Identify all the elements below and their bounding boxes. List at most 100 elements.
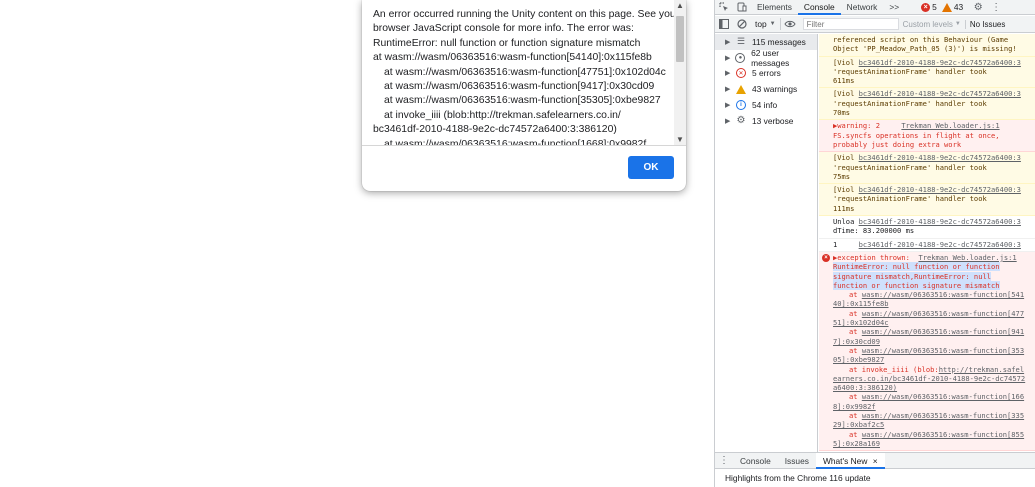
log-line: 'requestAnimationFrame' handler took <box>833 98 987 108</box>
scroll-up-icon[interactable]: ▲ <box>674 0 686 12</box>
expand-caret-icon[interactable]: ▶ <box>725 38 734 46</box>
tab-elements[interactable]: Elements <box>751 0 798 15</box>
expand-caret-icon[interactable]: ▶ <box>725 69 734 77</box>
devtools-tabbar: Elements Console Network >> × 5 43 ⚙ ⋮ <box>715 0 1035 15</box>
log-source-link[interactable]: Trekman Web.loader.js:1 <box>918 253 1016 262</box>
dialog-line: at wasm://wasm/06363516:wasm-function[35… <box>384 95 661 107</box>
chevron-down-icon: ▼ <box>769 21 776 27</box>
sidebar-item-warnings[interactable]: ▶ 43 warnings <box>715 81 817 97</box>
stack-link[interactable]: 7]:0x30cd09 <box>833 337 880 346</box>
log-entry: ▶warning: 2 Trekman Web.loader.js:1 FS.s… <box>819 120 1035 153</box>
log-line: referenced script on this Behaviour (Gam… <box>833 35 1009 44</box>
stack-link[interactable]: wasm://wasm/06363516:wasm-function[477 <box>862 309 1024 318</box>
gear-icon[interactable]: ⚙ <box>969 0 987 15</box>
drawer-tab-whats-new[interactable]: What's New × <box>815 452 885 469</box>
sidebar-item-info[interactable]: ▶ i 54 info <box>715 97 817 113</box>
console-log[interactable]: referenced script on this Behaviour (Gam… <box>819 34 1035 452</box>
stack-link[interactable]: earners.co.in/bc3461df-2010-4188-9e2c-dc… <box>833 374 1025 383</box>
sidebar-item-label: 43 warnings <box>752 84 798 95</box>
tab-network[interactable]: Network <box>841 0 884 15</box>
log-head: exception thrown: <box>837 252 910 262</box>
log-entry: [Viol bc3461df-2010-4188-9e2c-dc74572a64… <box>819 152 1035 185</box>
filter-input[interactable] <box>802 18 899 30</box>
stack-link[interactable]: 05]:0xbe9827 <box>833 355 884 364</box>
issue-counters[interactable]: × 5 43 <box>921 2 963 12</box>
drawer-tab-issues[interactable]: Issues <box>778 453 816 469</box>
log-line: dTime: 83.200000 ms <box>833 226 915 236</box>
expand-caret-icon[interactable]: ▶ <box>725 101 734 109</box>
log-prefix: [Viol <box>833 89 859 99</box>
close-icon[interactable]: × <box>873 456 878 466</box>
more-tabs-button[interactable]: >> <box>883 0 905 15</box>
stack-link[interactable]: wasm://wasm/06363516:wasm-function[166 <box>862 392 1024 401</box>
stack-prefix: at <box>849 345 862 355</box>
sidebar-toggle-icon[interactable] <box>715 16 733 33</box>
warning-count: 43 <box>953 2 964 12</box>
console-sidebar: ▶ ☰ 115 messages ▶ ● 62 user messages ▶ … <box>715 34 818 452</box>
stack-link[interactable]: wasm://wasm/06363516:wasm-function[541 <box>862 290 1024 299</box>
log-source-link[interactable]: bc3461df-2010-4188-9e2c-dc74572a6400:3 <box>859 58 1021 67</box>
stack-prefix: at <box>849 308 862 318</box>
stack-link[interactable]: wasm://wasm/06363516:wasm-function[941 <box>862 327 1024 336</box>
error-count: 5 <box>932 2 937 12</box>
stack-link[interactable]: a6400:3:386120) <box>833 383 897 392</box>
log-entry: referenced script on this Behaviour (Gam… <box>819 34 1035 57</box>
log-prefix: 1 <box>833 239 838 249</box>
scrollbar-thumb[interactable] <box>676 16 684 62</box>
log-line: 'requestAnimationFrame' handler took <box>833 66 987 76</box>
drawer-menu-icon[interactable]: ⋮ <box>715 452 733 469</box>
context-selector[interactable]: top ▼ <box>751 18 781 30</box>
clear-console-icon[interactable] <box>733 16 751 33</box>
stack-prefix: at invoke_iiii (blob: <box>849 364 939 374</box>
dialog-scrollbar[interactable]: ▲ ▼ <box>674 0 686 145</box>
web-page: An error occurred running the Unity cont… <box>0 0 714 487</box>
log-source-link[interactable]: bc3461df-2010-4188-9e2c-dc74572a6400:3 <box>859 217 1021 226</box>
inspect-element-icon[interactable] <box>715 0 733 15</box>
sidebar-item-user-messages[interactable]: ▶ ● 62 user messages <box>715 48 817 68</box>
expand-caret-icon[interactable]: ▶ <box>725 85 734 93</box>
log-prefix: [Viol <box>833 57 859 67</box>
log-source-link[interactable]: bc3461df-2010-4188-9e2c-dc74572a6400:3 <box>859 89 1021 98</box>
drawer-tab-console[interactable]: Console <box>733 453 778 469</box>
sidebar-item-verbose[interactable]: ▶ ⚙ 13 verbose <box>715 113 817 129</box>
sidebar-item-label: 54 info <box>752 100 778 111</box>
ok-button[interactable]: OK <box>628 156 674 179</box>
log-entry: [Viol bc3461df-2010-4188-9e2c-dc74572a64… <box>819 56 1035 89</box>
stack-link[interactable]: 29]:0xbaf2c5 <box>833 420 884 429</box>
expand-caret-icon[interactable]: ▶ <box>725 117 734 125</box>
stack-link[interactable]: 40]:0x115fe8b <box>833 299 889 308</box>
dialog-message-area[interactable]: An error occurred running the Unity cont… <box>362 0 686 146</box>
stack-link[interactable]: 5]:0x28a169 <box>833 439 880 448</box>
log-line: 75ms <box>833 171 851 181</box>
stack-link[interactable]: wasm://wasm/06363516:wasm-function[335 <box>862 411 1024 420</box>
verbose-icon: ⚙ <box>736 115 746 127</box>
stack-link[interactable]: 8]:0x9982f <box>833 402 876 411</box>
info-icon: i <box>734 100 748 111</box>
tab-console[interactable]: Console <box>797 0 841 15</box>
more-options-icon[interactable]: ⋮ <box>987 0 1005 15</box>
stack-link[interactable]: http://trekman.safel <box>939 365 1024 374</box>
log-source-link[interactable]: bc3461df-2010-4188-9e2c-dc74572a6400:3 <box>859 240 1021 249</box>
stack-link[interactable]: wasm://wasm/06363516:wasm-function[353 <box>862 346 1024 355</box>
stack-link[interactable]: 51]:0x102d04c <box>833 318 889 327</box>
device-toolbar-icon[interactable] <box>733 0 751 15</box>
dialog-line: An error occurred running the Unity cont… <box>373 9 680 20</box>
scroll-down-icon[interactable]: ▼ <box>674 134 686 145</box>
eye-icon[interactable] <box>781 16 799 33</box>
no-issues-button[interactable]: No Issues <box>964 19 1005 29</box>
context-value: top <box>755 19 767 29</box>
log-line: signature mismatch,RuntimeError: null <box>833 271 992 281</box>
list-icon: ☰ <box>736 36 746 47</box>
sidebar-item-label: 115 messages <box>752 36 806 47</box>
stack-link[interactable]: wasm://wasm/06363516:wasm-function[855 <box>862 430 1024 439</box>
log-line: FS.syncfs operations in flight at once, <box>833 130 1000 140</box>
log-levels-dropdown[interactable]: Custom levels ▼ <box>903 20 961 29</box>
error-icon: × <box>822 253 830 262</box>
log-source-link[interactable]: bc3461df-2010-4188-9e2c-dc74572a6400:3 <box>859 185 1021 194</box>
log-source-link[interactable]: Trekman Web.loader.js:1 <box>901 121 999 130</box>
sidebar-item-errors[interactable]: ▶ ✕ 5 errors <box>715 66 817 82</box>
stack-prefix: at <box>849 392 862 402</box>
expand-caret-icon[interactable]: ▶ <box>725 54 734 62</box>
stack-prefix: at <box>849 410 862 420</box>
log-source-link[interactable]: bc3461df-2010-4188-9e2c-dc74572a6400:3 <box>859 153 1021 162</box>
